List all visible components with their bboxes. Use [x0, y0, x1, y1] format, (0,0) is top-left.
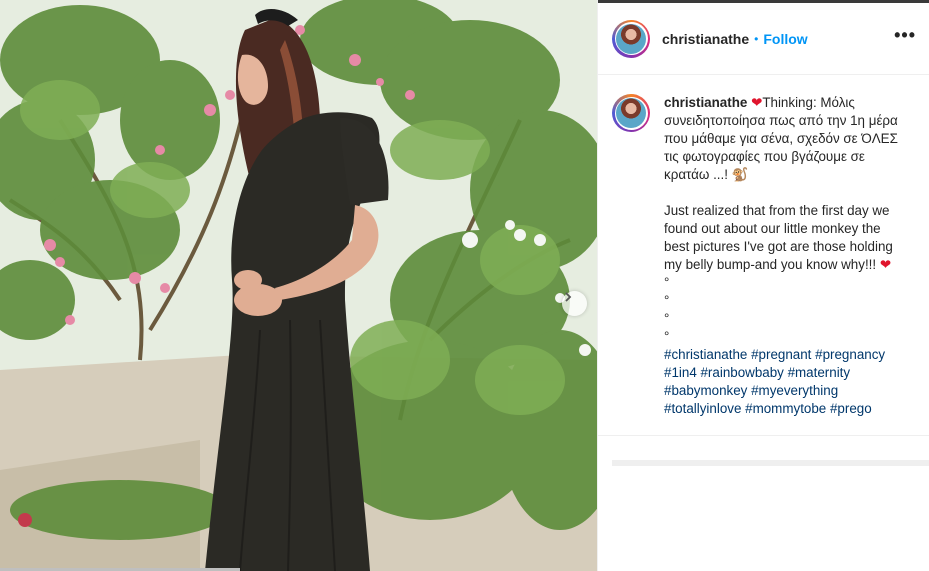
caption-avatar-ring: [614, 96, 648, 130]
caption-avatar-image: [616, 98, 646, 128]
post-photo: [0, 0, 597, 571]
next-photo-button[interactable]: [562, 291, 587, 316]
caption-greek-paragraph: christianathe ❤Thinking: Μόλις συνειδητο…: [664, 94, 909, 184]
heart-emoji: ❤: [751, 95, 763, 110]
follow-button[interactable]: Follow: [763, 31, 807, 47]
divider: [598, 435, 929, 436]
avatar-image: [616, 23, 646, 54]
post-side-panel: christianathe • Follow ••• christianathe…: [597, 0, 929, 571]
username-link[interactable]: christianathe: [662, 31, 749, 47]
photo-illustration: [0, 0, 597, 571]
caption-hashtags[interactable]: #christianathe #pregnant #pregnancy #1in…: [664, 346, 909, 418]
chevron-right-icon: [565, 292, 572, 302]
separator-dot: •: [754, 31, 759, 46]
caption-row: christianathe ❤Thinking: Μόλις συνειδητο…: [612, 94, 912, 418]
caption-english-paragraph: Just realized that from the first day we…: [664, 202, 909, 274]
caption-avatar[interactable]: [612, 94, 650, 132]
caption-username[interactable]: christianathe: [664, 95, 747, 110]
caption-text: christianathe ❤Thinking: Μόλις συνειδητο…: [664, 94, 909, 418]
avatar[interactable]: [612, 19, 650, 58]
caption-dot-3: °: [664, 311, 670, 326]
caption-english-text: Just realized that from the first day we…: [664, 203, 893, 272]
heart-emoji-2: ❤: [879, 257, 892, 272]
avatar-ring: [614, 22, 648, 55]
post-header: christianathe • Follow •••: [598, 3, 929, 75]
caption-dot-2: °: [664, 293, 670, 308]
caption-area: christianathe ❤Thinking: Μόλις συνειδητο…: [598, 76, 929, 434]
more-options-icon[interactable]: •••: [894, 26, 916, 44]
caption-dot-4: °: [664, 329, 670, 344]
loading-placeholder-bar: [612, 460, 929, 466]
caption-dot-1: °: [664, 275, 670, 290]
